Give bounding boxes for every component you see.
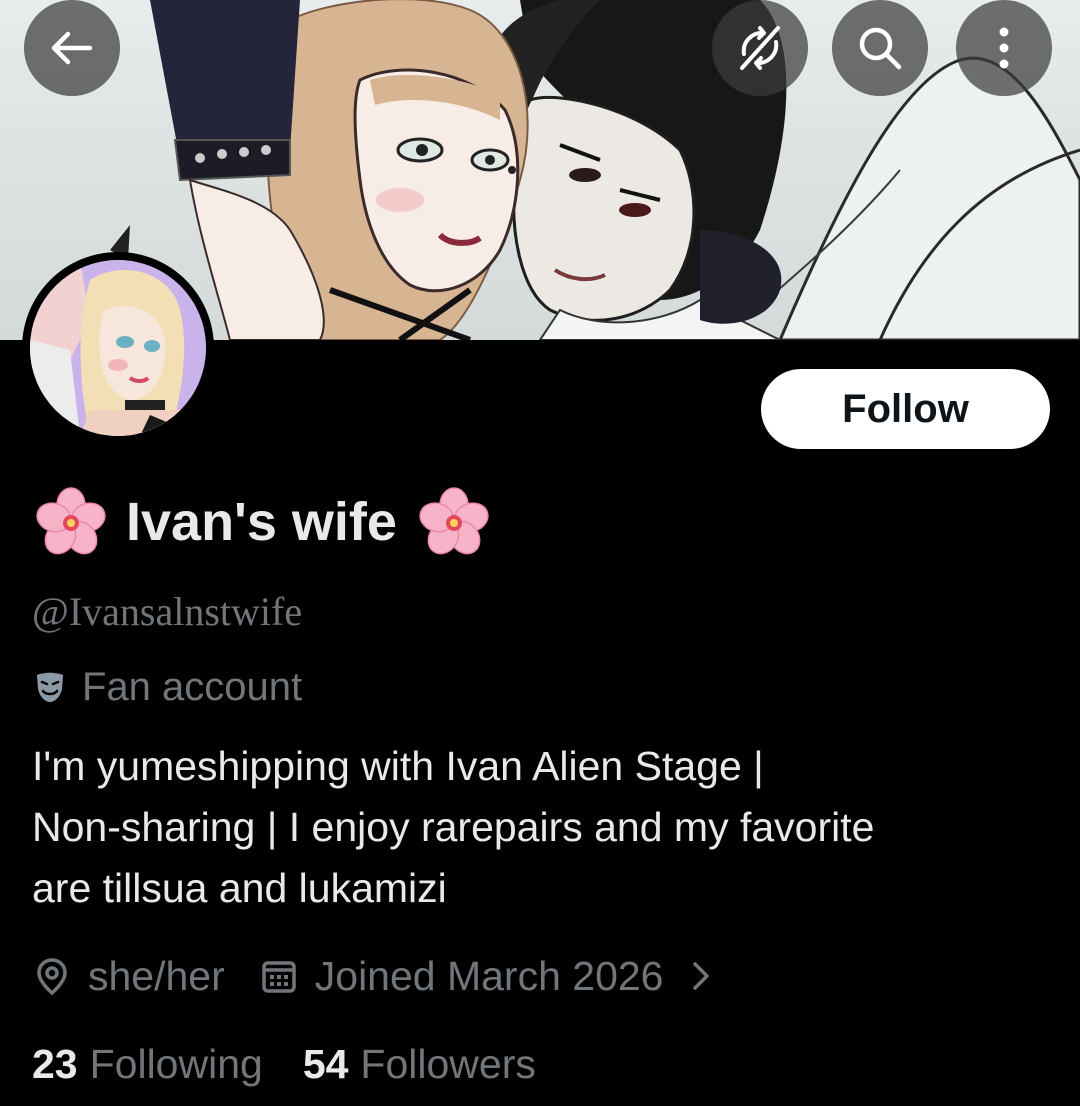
followers-count: 54 bbox=[302, 1040, 349, 1087]
account-label[interactable]: Fan account bbox=[32, 662, 302, 712]
following-label: Following bbox=[89, 1040, 263, 1087]
cherry-blossom-icon bbox=[36, 487, 106, 555]
search-icon bbox=[859, 27, 902, 70]
joined-item[interactable]: Joined March 2026 bbox=[259, 953, 716, 1000]
sync-button[interactable] bbox=[712, 0, 808, 96]
following-count: 23 bbox=[32, 1040, 78, 1087]
sync-off-icon bbox=[740, 26, 780, 70]
bio: I'm yumeshipping with Ivan Alien Stage |… bbox=[32, 736, 1042, 919]
joined-text: Joined March 2026 bbox=[314, 952, 664, 999]
location-pin-icon bbox=[37, 958, 67, 996]
follow-stats: 23 Following 54 Followers bbox=[32, 1036, 536, 1092]
calendar-icon bbox=[262, 961, 296, 993]
bio-line: I'm yumeshipping with Ivan Alien Stage | bbox=[32, 743, 764, 789]
avatar[interactable] bbox=[22, 252, 214, 444]
follow-button[interactable]: Follow bbox=[761, 369, 1050, 449]
display-name: Ivan's wife bbox=[32, 486, 493, 558]
location-item: she/her bbox=[32, 953, 225, 1000]
cherry-blossom-icon bbox=[419, 487, 489, 555]
theater-mask-icon bbox=[37, 672, 63, 702]
followers-link[interactable]: 54 Followers bbox=[303, 1041, 536, 1088]
following-link[interactable]: 23 Following bbox=[32, 1041, 263, 1088]
back-button[interactable] bbox=[24, 0, 120, 96]
arrow-left-icon bbox=[51, 31, 93, 65]
chevron-right-icon bbox=[692, 962, 709, 990]
followers-label: Followers bbox=[360, 1040, 536, 1087]
bio-line: Non-sharing | I enjoy rarepairs and my f… bbox=[32, 804, 875, 850]
search-button[interactable] bbox=[832, 0, 928, 96]
more-vertical-icon bbox=[999, 27, 1009, 69]
account-label-text: Fan account bbox=[82, 664, 303, 709]
profile-meta: she/her Joined March 2026 bbox=[32, 948, 716, 1004]
more-options-button[interactable] bbox=[956, 0, 1052, 96]
display-name-text: Ivan's wife bbox=[126, 492, 397, 552]
location-text: she/her bbox=[88, 952, 225, 999]
bio-line: are tillsua and lukamizi bbox=[32, 865, 447, 911]
avatar-image bbox=[30, 260, 206, 436]
user-handle: @Ivansalnstwife bbox=[32, 589, 303, 634]
